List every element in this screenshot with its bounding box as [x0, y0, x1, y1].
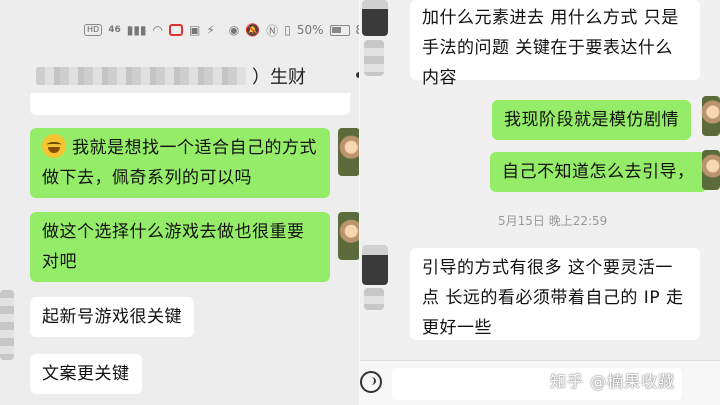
my-avatar[interactable]: [338, 128, 360, 176]
blurred-avatar: [364, 40, 384, 76]
my-avatar[interactable]: [702, 150, 720, 190]
received-message: 引导的方式有很多 这个要灵活一点 长远的看必须带着自己的 IP 走更好一些: [410, 248, 700, 340]
right-chat-screenshot: 加什么元素进去 用什么方式 只是手法的问题 关键在于要表达什么内容 我现阶段就是…: [360, 0, 720, 405]
chat-title: ）生财: [36, 62, 356, 90]
received-message: 加什么元素进去 用什么方式 只是手法的问题 关键在于要表达什么内容: [410, 0, 700, 88]
signal-icon: ▮▮▮: [126, 23, 147, 37]
app-notification-icon: [169, 24, 184, 36]
nfc-icon: ⚡: [206, 23, 215, 37]
voice-input-icon[interactable]: [360, 371, 382, 393]
sent-message: 我就是想找一个适合自己的方式做下去，佩奇系列的可以吗: [30, 128, 330, 198]
contact-avatar[interactable]: [362, 0, 388, 36]
crying-laugh-emoji-icon: [42, 134, 66, 158]
blurred-avatar: [364, 288, 384, 310]
vibrate-icon: ▯: [284, 23, 291, 37]
status-bar: HD 46 ▮▮▮ ◠ ▣ ⚡ ◉ 🔕 Ⓝ ▯ 50% 8: [84, 20, 360, 40]
hd-indicator: HD: [84, 24, 103, 36]
sent-message: 我现阶段就是模仿剧情: [492, 100, 691, 140]
message-timestamp: 5月15日 晚上22:59: [498, 214, 608, 228]
chat-title-label: ）生财: [252, 67, 306, 88]
contact-avatar[interactable]: [362, 245, 388, 285]
network-label: 46: [108, 25, 121, 35]
sent-message: 自己不知道怎么去引导，: [490, 152, 707, 192]
tool-icon: ▣: [189, 23, 201, 37]
battery-label: 50%: [296, 23, 324, 37]
received-message: 文案更关键: [30, 354, 142, 394]
battery-icon: [329, 24, 350, 36]
bell-off-icon: 🔕: [245, 23, 261, 37]
n-icon: Ⓝ: [266, 23, 279, 38]
title-blur: [36, 67, 246, 85]
contact-avatar[interactable]: [0, 290, 14, 360]
previous-message-bubble: [30, 93, 350, 115]
eye-icon: ◉: [228, 23, 240, 37]
my-avatar[interactable]: [338, 212, 360, 260]
sent-message: 做这个选择什么游戏去做也很重要对吧: [30, 212, 330, 282]
received-message: 起新号游戏很关键: [30, 297, 194, 337]
left-chat-screenshot: HD 46 ▮▮▮ ◠ ▣ ⚡ ◉ 🔕 Ⓝ ▯ 50% 8 ）生财 我就是想找一…: [0, 0, 360, 405]
wifi-icon: ◠: [152, 23, 164, 37]
my-avatar[interactable]: [702, 96, 720, 136]
zhihu-watermark: 知乎 @楠果收藏: [550, 372, 676, 391]
